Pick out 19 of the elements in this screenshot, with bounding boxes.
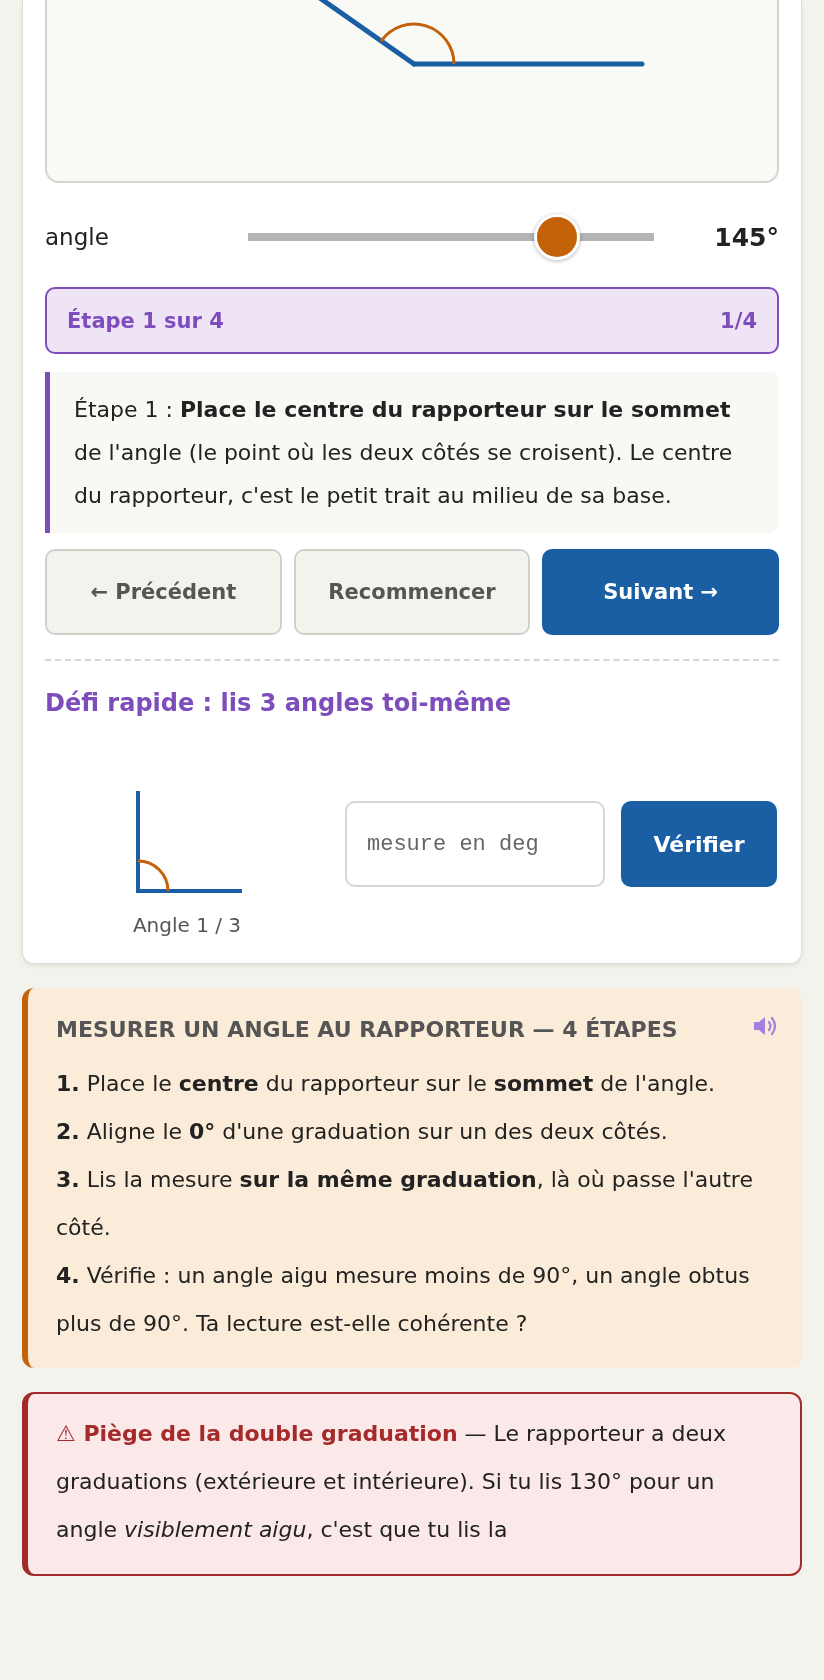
method-step: 2. Aligne le 0° d'une graduation sur un des deux côtés. [56,1108,772,1156]
step-button[interactable]: Recommencer [293,549,531,635]
angle-value: 145° [714,222,779,252]
answer-field[interactable]: mesure en deg [345,801,605,887]
slider-label: angle [45,224,110,250]
challenge-title: Défi rapide : lis 3 angles toi-même [45,689,513,717]
method-step: 1. Place le centre du rapporteur sur le sommet de l'angle. [56,1060,772,1108]
next-button[interactable]: Suivant → [542,549,779,635]
step-counter: 1/4 [720,308,757,333]
method-step: 4. Vérifie : un angle aigu mesure moins de 90°, un angle obtus plus de 90°. Ta lecture est-elle cohérente ? [56,1252,772,1348]
verify-button[interactable]: Vérifier [621,801,777,887]
step-instruction: Étape 1 : Place le centre du rapporteur sur le sommet de l'angle (le point où les deux côtés se croisent). Le centre du rapporteur, c'est le petit trait au milieu de sa base. [45,372,779,533]
step-title: Étape 1 sur 4 [67,308,224,333]
slider-thumb[interactable] [533,214,580,260]
step-button[interactable]: ← Précédent [45,549,282,635]
method-step: 3. Lis la mesure sur la même graduation, là où passe l'autre côté. [56,1156,772,1252]
angle-caption: Angle 1 / 3 [132,913,242,937]
method-title: MESURER UN ANGLE AU RAPPORTEUR — 4 ÉTAPES [56,1016,679,1044]
warning-text: ⚠ Piège de la double graduation — Le rapporteur a deux graduations (extérieure et intérieure). Si tu lis 130° pour un angle visiblement aigu, c'est que tu lis la [56,1420,728,1544]
